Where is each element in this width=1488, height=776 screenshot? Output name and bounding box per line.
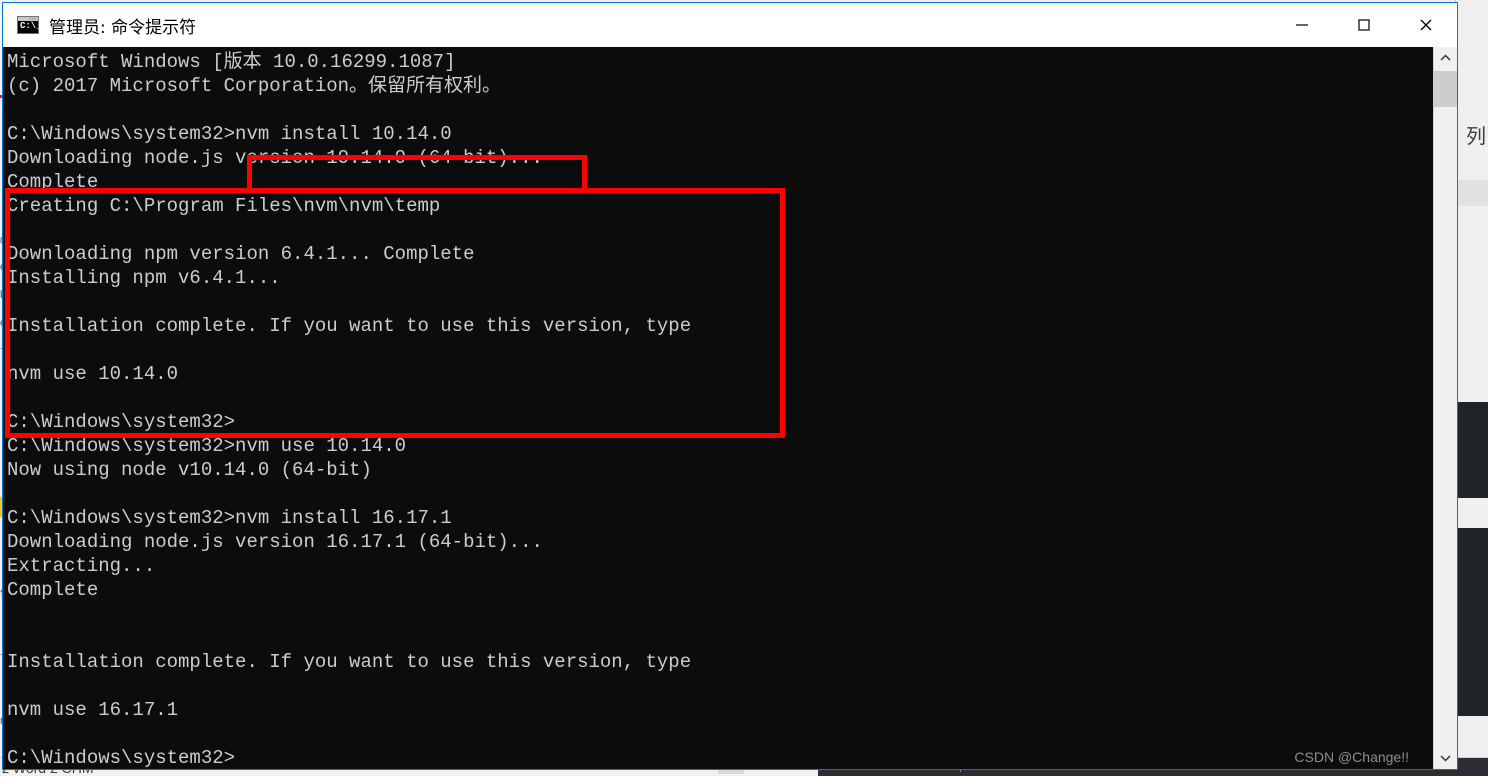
terminal-line: nvm use 10.14.0 bbox=[7, 363, 179, 385]
window-title: 管理员: 命令提示符 bbox=[49, 17, 197, 38]
terminal-line: C:\Windows\system32>nvm use 10.14.0 bbox=[7, 435, 407, 457]
terminal-line: Creating C:\Program Files\nvm\nvm\temp bbox=[7, 195, 441, 217]
chevron-down-icon bbox=[1440, 755, 1451, 762]
maximize-icon bbox=[1358, 19, 1370, 31]
terminal-line: C:\Windows\system32>nvm install 16.17.1 bbox=[7, 507, 452, 529]
minimize-button[interactable] bbox=[1271, 3, 1333, 47]
terminal-line: Downloading node.js version 10.14.0 (64-… bbox=[7, 147, 543, 169]
terminal-line: (c) 2017 Microsoft Corporation。保留所有权利。 bbox=[7, 75, 502, 97]
terminal-line: Installation complete. If you want to us… bbox=[7, 315, 692, 337]
scrollbar-thumb[interactable] bbox=[1434, 71, 1457, 107]
background-right-band bbox=[1456, 528, 1488, 716]
vertical-scrollbar[interactable] bbox=[1433, 47, 1457, 769]
terminal-line: Complete bbox=[7, 579, 99, 601]
terminal-line: nvm use 16.17.1 bbox=[7, 699, 179, 721]
terminal-line: Installation complete. If you want to us… bbox=[7, 651, 692, 673]
terminal-line: Now using node v10.14.0 (64-bit) bbox=[7, 459, 372, 481]
terminal-line: C:\Windows\system32>nvm install 10.14.0 bbox=[7, 123, 452, 145]
terminal-line: Microsoft Windows [版本 10.0.16299.1087] bbox=[7, 51, 456, 73]
terminal-line: Complete bbox=[7, 171, 99, 193]
terminal-line: Downloading node.js version 16.17.1 (64-… bbox=[7, 531, 543, 553]
minimize-icon bbox=[1296, 24, 1308, 26]
terminal-line-list: Microsoft Windows [版本 10.0.16299.1087] (… bbox=[7, 50, 1433, 769]
chevron-up-icon bbox=[1440, 54, 1451, 61]
scroll-up-button[interactable] bbox=[1434, 47, 1457, 69]
background-right-glyph: 列 bbox=[1466, 124, 1486, 148]
console-body: Microsoft Windows [版本 10.0.16299.1087] (… bbox=[3, 47, 1457, 769]
background-right-band bbox=[1456, 402, 1488, 498]
terminal-output-area[interactable]: Microsoft Windows [版本 10.0.16299.1087] (… bbox=[3, 47, 1433, 769]
terminal-line: Downloading npm version 6.4.1... Complet… bbox=[7, 243, 475, 265]
window-titlebar[interactable]: ▪▪▪ C:\_ 管理员: 命令提示符 bbox=[3, 3, 1457, 47]
cmd-icon-prompt: C:\_ bbox=[20, 21, 42, 31]
cmd-icon: ▪▪▪ C:\_ bbox=[17, 16, 42, 34]
terminal-line: C:\Windows\system32> bbox=[7, 411, 236, 433]
command-prompt-window[interactable]: ▪▪▪ C:\_ 管理员: 命令提示符 Microsoft Windows [版… bbox=[2, 2, 1458, 770]
close-icon bbox=[1420, 19, 1432, 31]
scroll-down-button[interactable] bbox=[1434, 747, 1457, 769]
terminal-line: C:\Windows\system32> bbox=[7, 747, 236, 769]
close-button[interactable] bbox=[1395, 3, 1457, 47]
terminal-line: Extracting... bbox=[7, 555, 156, 577]
background-right-band bbox=[1456, 180, 1488, 206]
terminal-line: Installing npm v6.4.1... bbox=[7, 267, 281, 289]
maximize-button[interactable] bbox=[1333, 3, 1395, 47]
